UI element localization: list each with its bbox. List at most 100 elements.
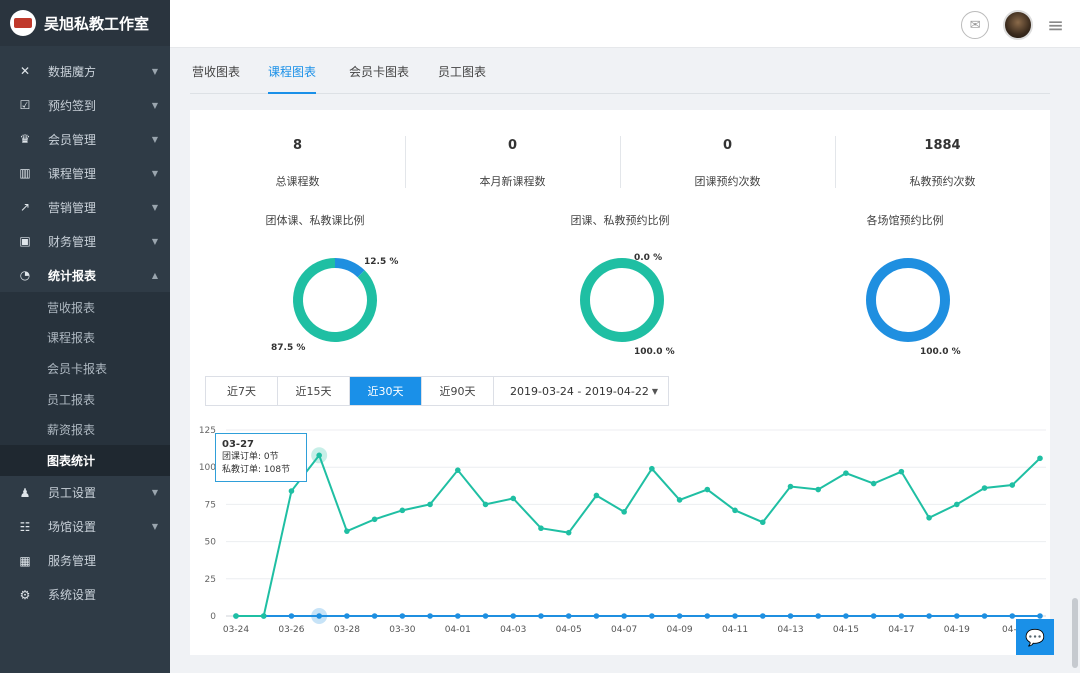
sidebar-item-members[interactable]: ♛ 会员管理 ▼ — [0, 122, 170, 156]
date-range-picker[interactable]: 2019-03-24 - 2019-04-22 ▼ — [494, 377, 668, 405]
data-point[interactable] — [399, 507, 406, 514]
data-point[interactable] — [676, 613, 683, 619]
donut-title-course-ratio: 团体课、私教课比例 — [265, 214, 365, 227]
data-point[interactable] — [759, 519, 766, 526]
data-point[interactable] — [288, 613, 295, 619]
sidebar-item-system[interactable]: ⚙ 系统设置 — [0, 578, 170, 612]
data-point[interactable] — [787, 613, 794, 619]
data-point[interactable] — [427, 613, 433, 619]
data-point[interactable] — [538, 613, 544, 619]
chat-button[interactable]: 💬 — [1016, 619, 1054, 655]
data-point[interactable] — [732, 507, 738, 514]
data-point[interactable] — [704, 613, 711, 619]
sidebar-item-courses[interactable]: ▥ 课程管理 ▼ — [0, 156, 170, 190]
brand-header: 吴旭私教工作室 — [0, 0, 170, 46]
submenu-item-course-report[interactable]: 课程报表 — [0, 323, 170, 354]
data-point[interactable] — [926, 613, 932, 619]
data-point[interactable] — [260, 613, 267, 619]
data-point[interactable] — [482, 501, 489, 508]
sidebar-item-staff[interactable]: ♟ 员工设置 ▼ — [0, 476, 170, 510]
sidebar-item-booking[interactable]: ☑ 预约签到 ▼ — [0, 88, 170, 122]
data-point[interactable] — [926, 514, 932, 521]
data-point[interactable] — [1037, 613, 1043, 619]
sidebar-item-finance[interactable]: ▣ 财务管理 ▼ — [0, 224, 170, 258]
avatar[interactable] — [1003, 10, 1034, 40]
data-point[interactable] — [344, 613, 350, 619]
hamburger-menu-icon[interactable]: ≡ — [1047, 13, 1064, 37]
data-point[interactable] — [371, 516, 378, 523]
data-point[interactable] — [1009, 613, 1016, 619]
submenu-item-revenue-report[interactable]: 营收报表 — [0, 292, 170, 323]
data-point[interactable] — [316, 613, 322, 619]
range-30-days-button[interactable]: 近30天 — [350, 377, 422, 405]
submenu-item-card-report[interactable]: 会员卡报表 — [0, 353, 170, 384]
data-point[interactable] — [593, 492, 600, 499]
data-point[interactable] — [1009, 482, 1016, 488]
data-point[interactable] — [538, 525, 544, 532]
submenu-item-chart-stats[interactable]: 图表统计 — [0, 444, 170, 476]
chevron-down-icon: ▼ — [151, 134, 158, 144]
submenu-item-staff-report[interactable]: 员工报表 — [0, 384, 170, 415]
tab-card-chart[interactable]: 会员卡图表 — [349, 63, 409, 92]
mail-icon[interactable]: ✉ — [961, 11, 990, 39]
tab-staff-chart[interactable]: 员工图表 — [438, 63, 486, 92]
scrollbar-thumb[interactable] — [1072, 598, 1078, 668]
data-point[interactable] — [815, 613, 822, 619]
stat-value: 0 — [722, 138, 733, 153]
tab-revenue-chart[interactable]: 营收图表 — [192, 63, 240, 92]
data-point[interactable] — [704, 486, 711, 493]
data-point[interactable] — [399, 613, 406, 619]
data-point[interactable] — [649, 613, 655, 619]
sidebar-item-venue[interactable]: ☷ 场馆设置 ▼ — [0, 510, 170, 544]
data-point[interactable] — [649, 465, 655, 472]
data-point[interactable] — [427, 501, 433, 508]
data-point[interactable] — [565, 529, 572, 536]
data-point[interactable] — [898, 613, 905, 619]
top-bar: ✉ ≡ — [170, 0, 1080, 48]
data-point[interactable] — [510, 495, 517, 502]
data-point[interactable] — [954, 613, 960, 619]
data-point[interactable] — [510, 613, 517, 619]
data-point[interactable] — [288, 488, 295, 494]
x-tick-label: 04-19 — [944, 625, 970, 635]
data-point[interactable] — [815, 486, 822, 493]
data-point[interactable] — [843, 613, 849, 619]
page-scrollbar[interactable] — [1070, 48, 1080, 673]
data-point[interactable] — [843, 470, 849, 476]
data-point[interactable] — [233, 613, 239, 619]
data-point[interactable] — [454, 613, 461, 619]
data-point[interactable] — [482, 613, 489, 619]
range-90-days-button[interactable]: 近90天 — [422, 377, 494, 405]
sidebar-item-label: 课程管理 — [48, 166, 97, 181]
data-point[interactable] — [1037, 455, 1043, 462]
data-point[interactable] — [898, 468, 905, 475]
data-point[interactable] — [316, 452, 322, 459]
data-point[interactable] — [759, 613, 766, 619]
data-point[interactable] — [732, 613, 738, 619]
sidebar-item-reports[interactable]: ◔ 统计报表 ▲ — [0, 258, 170, 292]
range-15-days-button[interactable]: 近15天 — [278, 377, 350, 405]
data-point[interactable] — [371, 613, 378, 619]
sidebar-item-data-cube[interactable]: ✕ 数据魔方 ▼ — [0, 54, 170, 88]
data-point[interactable] — [593, 613, 600, 619]
sidebar-item-marketing[interactable]: ↗ 营销管理 ▼ — [0, 190, 170, 224]
data-point[interactable] — [981, 613, 988, 619]
sidebar: 吴旭私教工作室 ✕ 数据魔方 ▼ ☑ 预约签到 ▼ ♛ 会员管理 ▼ ▥ 课程管… — [0, 0, 170, 673]
data-point[interactable] — [787, 483, 794, 490]
x-tick-label: 04-07 — [611, 625, 637, 635]
data-point[interactable] — [621, 509, 627, 515]
stats-row: 8 总课程数 0 本月新课程数 0 团课预约次数 1884 私教预约次数 — [190, 134, 1050, 190]
data-point[interactable] — [621, 613, 627, 619]
data-point[interactable] — [870, 613, 877, 619]
data-point[interactable] — [954, 501, 960, 508]
submenu-item-salary-report[interactable]: 薪资报表 — [0, 414, 170, 445]
data-point[interactable] — [676, 497, 683, 503]
range-7-days-button[interactable]: 近7天 — [206, 377, 278, 405]
data-point[interactable] — [981, 485, 988, 491]
data-point[interactable] — [565, 613, 572, 619]
sidebar-item-service[interactable]: ▦ 服务管理 — [0, 544, 170, 578]
data-point[interactable] — [344, 528, 350, 534]
tab-course-chart[interactable]: 课程图表 — [268, 63, 317, 94]
data-point[interactable] — [454, 467, 461, 473]
data-point[interactable] — [870, 480, 877, 487]
